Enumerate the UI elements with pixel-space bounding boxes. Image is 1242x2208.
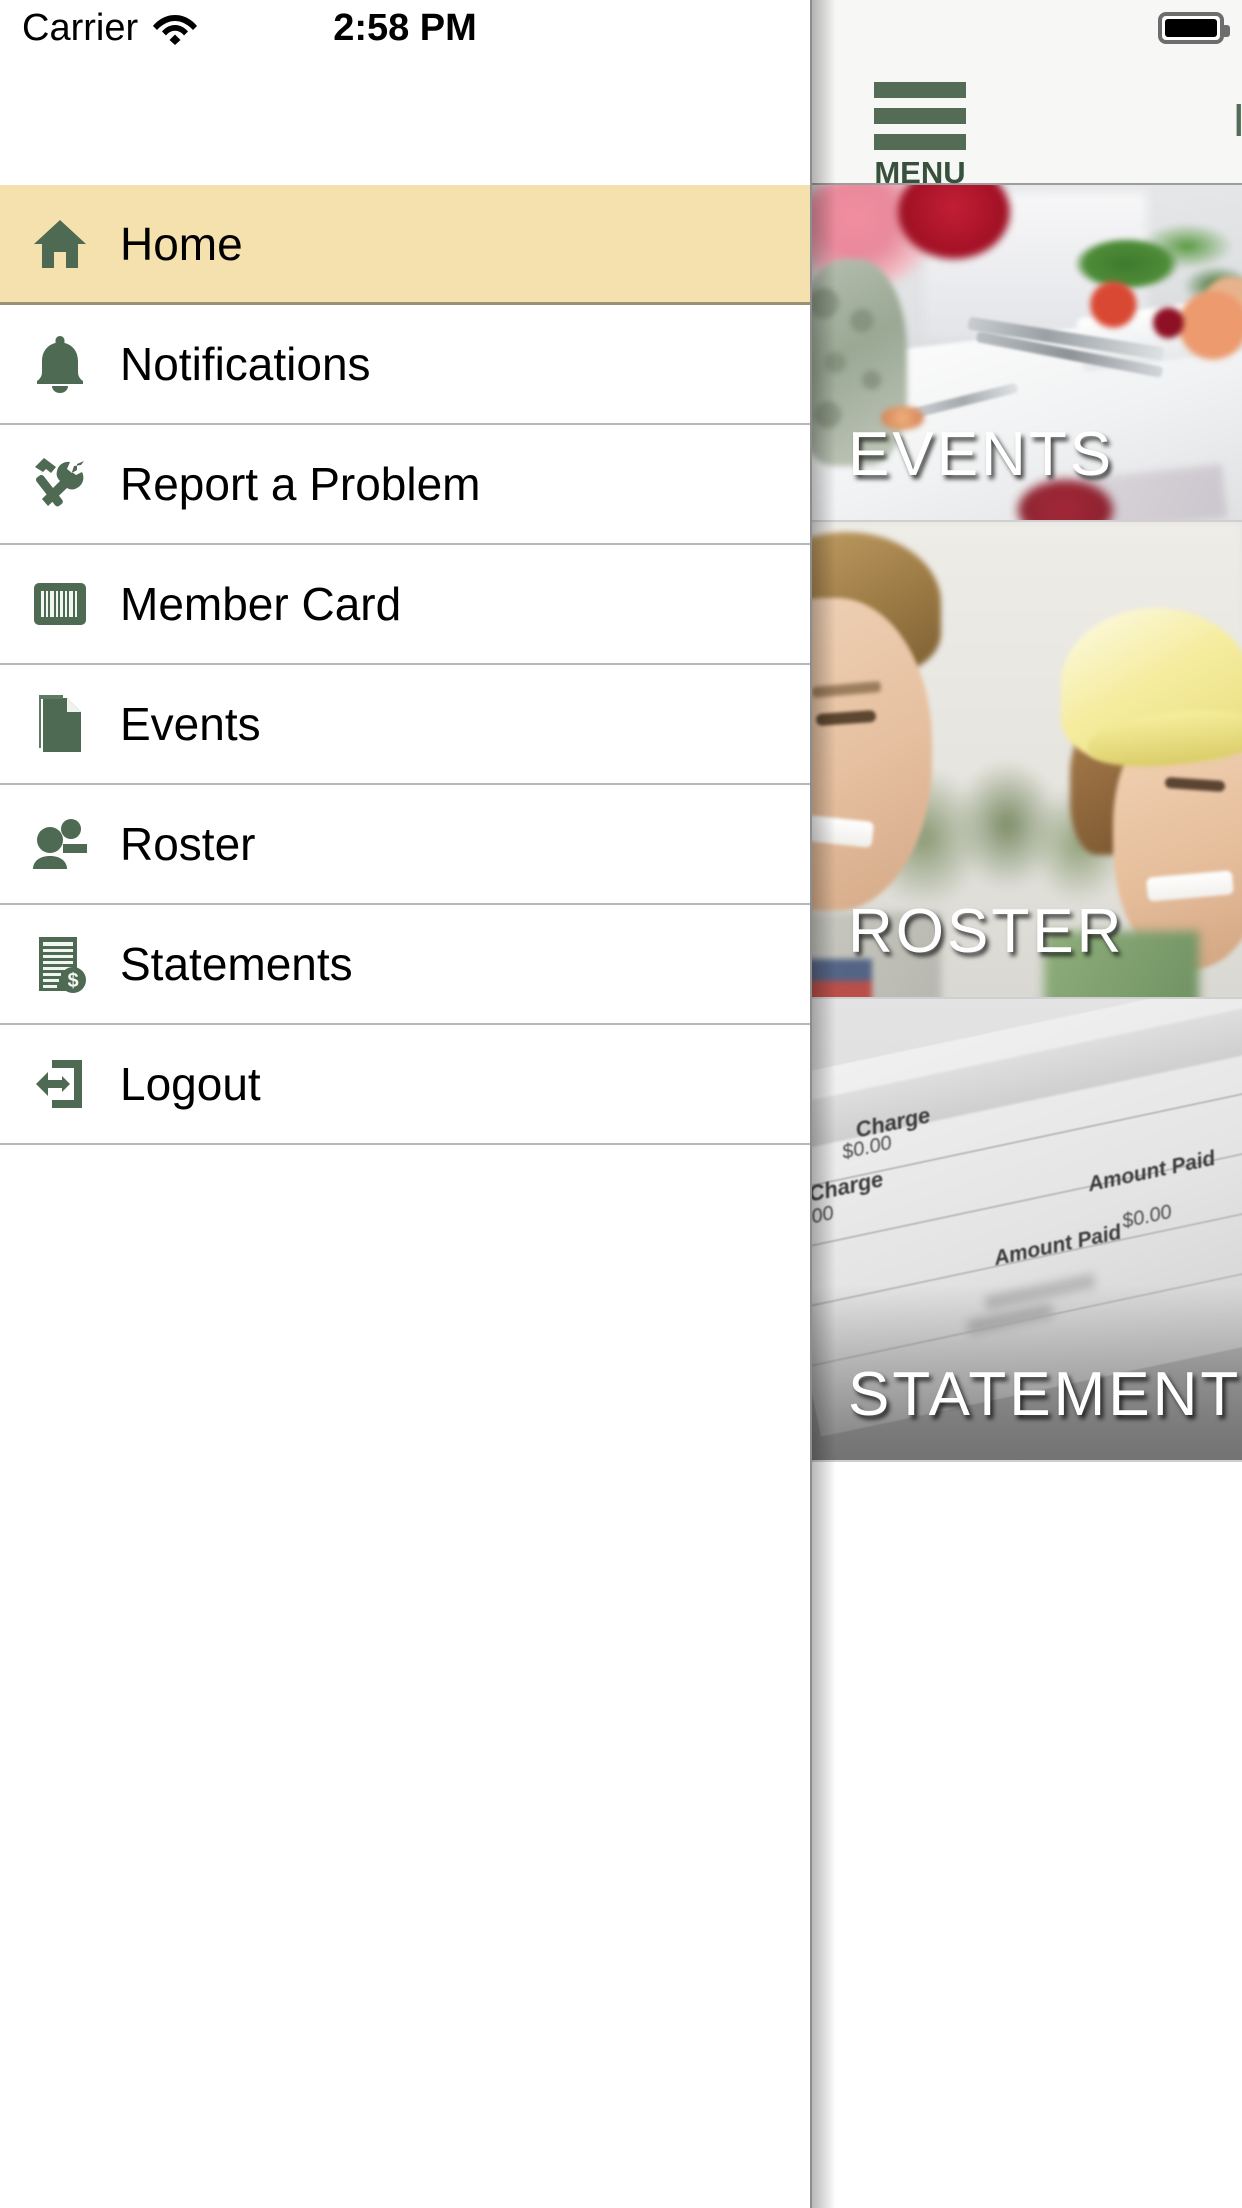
sidebar-item-notifications[interactable]: Notifications xyxy=(0,305,810,425)
card-statements[interactable]: Charge $0.00 Amount Paid $0.00 Charge 0.… xyxy=(812,999,1242,1462)
drawer-empty-area xyxy=(0,1145,810,2168)
card-roster[interactable]: ROSTER xyxy=(812,522,1242,999)
sidebar-item-logout[interactable]: Logout xyxy=(0,1025,810,1145)
sidebar-item-label: Report a Problem xyxy=(120,458,481,510)
carrier-label: Carrier xyxy=(22,6,139,49)
sidebar-item-label: Events xyxy=(120,698,261,750)
status-bar: Carrier 2:58 PM xyxy=(0,0,810,56)
sidebar-item-roster[interactable]: Roster xyxy=(0,785,810,905)
navigation-bar: MENU IDL xyxy=(812,56,1242,190)
sidebar-item-member-card[interactable]: Member Card xyxy=(0,545,810,665)
page-title: IDL xyxy=(1232,93,1242,146)
svg-text:$: $ xyxy=(67,970,78,992)
drawer-menu-list: Home Notifications Report a Problem Memb… xyxy=(0,185,810,1145)
sidebar-item-label: Statements xyxy=(120,938,353,990)
card-label-statements: STATEMENTS xyxy=(848,1360,1242,1429)
content-status-bar xyxy=(812,0,1242,56)
card-events[interactable]: EVENTS xyxy=(812,185,1242,522)
drawer-edge xyxy=(810,0,812,2208)
sidebar-item-label: Logout xyxy=(120,1058,261,1110)
battery-full-icon xyxy=(1158,12,1230,44)
sidebar-item-events[interactable]: Events xyxy=(0,665,810,785)
tools-icon xyxy=(22,446,98,522)
sidebar-item-label: Member Card xyxy=(120,578,402,630)
sidebar-item-label: Notifications xyxy=(120,338,371,390)
people-icon xyxy=(22,806,98,882)
exit-icon xyxy=(22,1046,98,1122)
content-empty-area xyxy=(812,1462,1242,2208)
sidebar-item-label: Home xyxy=(120,217,243,270)
sidebar-item-label: Roster xyxy=(120,818,256,870)
invoice-icon: $ xyxy=(22,926,98,1002)
sidebar-item-report-a-problem[interactable]: Report a Problem xyxy=(0,425,810,545)
barcode-icon xyxy=(22,566,98,642)
content-panel: MENU IDL EVENTS xyxy=(812,0,1242,2208)
document-icon xyxy=(22,686,98,762)
wifi-icon xyxy=(152,11,198,45)
app-screen: MENU IDL EVENTS xyxy=(0,0,1242,2208)
home-icon xyxy=(22,206,98,282)
hamburger-menu-icon xyxy=(874,82,966,150)
bell-icon xyxy=(22,326,98,402)
menu-button[interactable]: MENU xyxy=(874,82,966,191)
sidebar-item-statements[interactable]: $ Statements xyxy=(0,905,810,1025)
card-label-events: EVENTS xyxy=(848,420,1115,489)
navigation-drawer: Carrier 2:58 PM Home Notifications Repor… xyxy=(0,0,810,2208)
sidebar-item-home[interactable]: Home xyxy=(0,185,810,305)
card-label-roster: ROSTER xyxy=(848,897,1125,966)
